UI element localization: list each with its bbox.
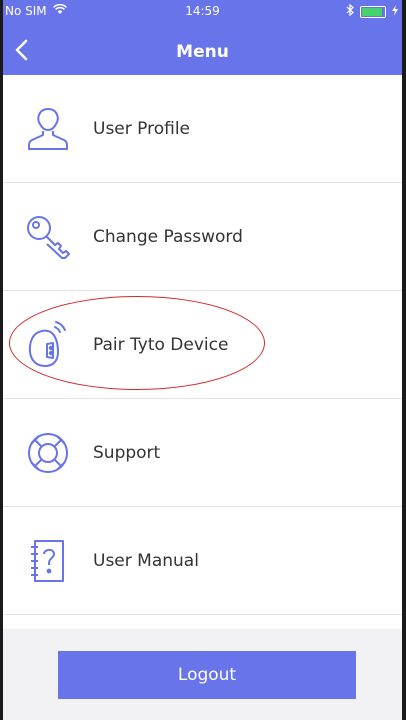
menu-item-label: Change Password [93,226,243,247]
device-pair-icon [24,320,72,369]
menu-item-support[interactable]: Support [3,399,402,507]
lifebuoy-icon [24,429,72,477]
footer-area: Logout [3,629,402,720]
menu-item-user-profile[interactable]: User Profile [3,75,402,183]
menu-item-user-manual[interactable]: User Manual [3,507,402,615]
app-screen: No SIM 14:59 Menu User Profile Change Pa… [3,0,402,720]
menu-item-label: Pair Tyto Device [93,334,229,355]
manual-icon [24,537,72,585]
key-icon [24,213,72,261]
menu-item-change-password[interactable]: Change Password [3,183,402,291]
menu-list: User Profile Change Password Pair Tyto D… [3,75,402,615]
status-right [346,3,398,19]
bluetooth-icon [346,3,354,19]
menu-item-label: User Manual [93,550,199,571]
status-bar: No SIM 14:59 [3,0,402,22]
logout-button[interactable]: Logout [58,651,356,699]
status-time: 14:59 [185,4,220,18]
user-icon [24,105,72,153]
menu-item-pair-tyto-device[interactable]: Pair Tyto Device [3,291,402,399]
charging-icon [392,4,398,19]
battery-fill [362,7,383,16]
header-bar: No SIM 14:59 Menu [3,0,402,75]
menu-item-label: User Profile [93,118,191,139]
nav-bar: Menu [3,28,402,72]
page-title: Menu [176,42,229,62]
menu-item-label: Support [93,442,161,463]
battery-icon [360,5,386,18]
